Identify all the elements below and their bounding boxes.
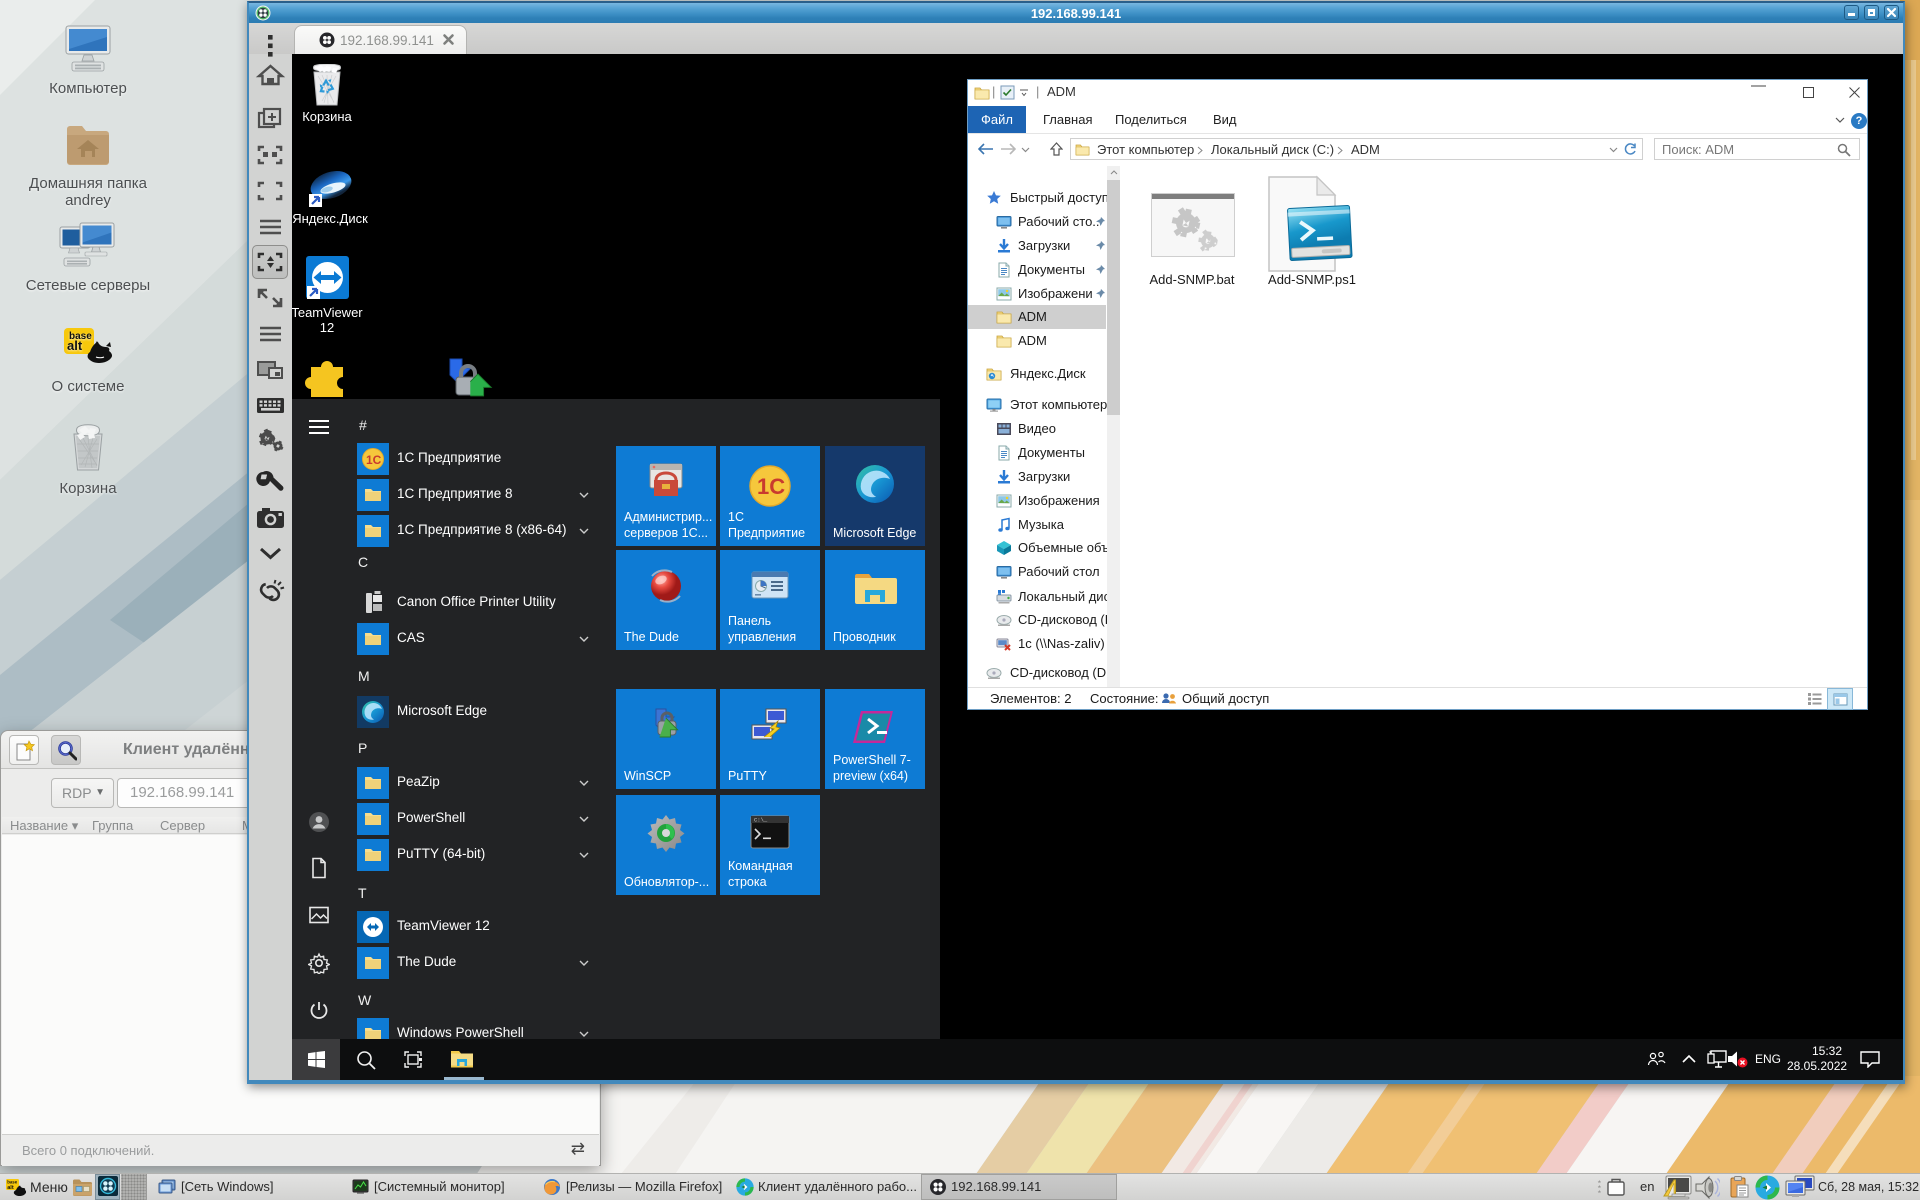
svg-text:alt: alt (67, 338, 83, 353)
svg-text:1С: 1С (366, 453, 382, 467)
svg-text:1С: 1С (757, 474, 785, 499)
svg-text:C:\_: C:\_ (754, 817, 768, 824)
svg-text:alt: alt (7, 1185, 14, 1191)
